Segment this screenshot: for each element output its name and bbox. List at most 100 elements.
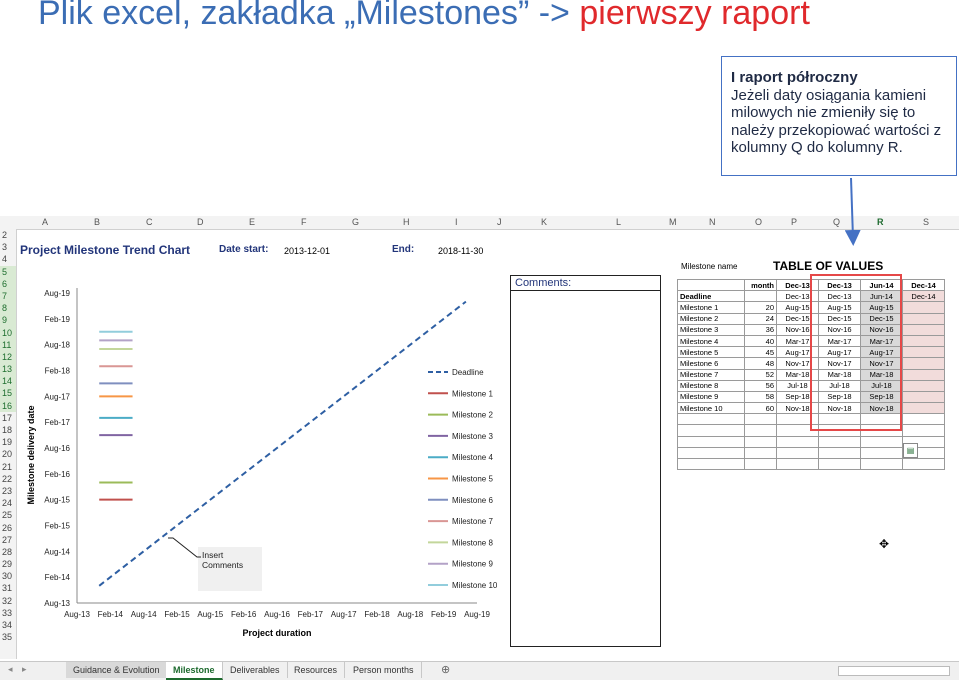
row-header[interactable]: 16: [0, 399, 16, 412]
column-header[interactable]: A: [42, 217, 48, 227]
column-header[interactable]: N: [709, 217, 716, 227]
table-cell[interactable]: [902, 390, 945, 404]
table-cell[interactable]: [902, 323, 945, 336]
table-cell[interactable]: 36: [744, 323, 777, 336]
table-cell[interactable]: [776, 446, 819, 460]
table-cell[interactable]: [677, 413, 745, 426]
horizontal-scrollbar[interactable]: [838, 666, 950, 676]
row-header[interactable]: 26: [0, 522, 16, 534]
table-cell[interactable]: Milestone 7: [677, 368, 745, 381]
table-header-cell[interactable]: Dec-14: [902, 278, 945, 292]
table-cell[interactable]: [744, 413, 777, 426]
comments-box[interactable]: Comments:: [510, 275, 661, 647]
tab-nav-left-icon[interactable]: ◂: [8, 664, 13, 675]
row-header[interactable]: 21: [0, 461, 16, 473]
table-cell[interactable]: [677, 424, 745, 437]
table-cell[interactable]: [902, 346, 945, 359]
column-header[interactable]: M: [669, 217, 677, 227]
table-cell[interactable]: [860, 446, 903, 460]
row-header[interactable]: 35: [0, 631, 16, 643]
table-cell[interactable]: [860, 435, 903, 448]
column-header[interactable]: F: [301, 217, 307, 227]
table-cell[interactable]: [902, 368, 945, 381]
row-header[interactable]: 3: [0, 241, 16, 253]
column-header[interactable]: S: [923, 217, 929, 227]
row-header[interactable]: 31: [0, 582, 16, 594]
table-cell[interactable]: 58: [744, 390, 777, 404]
row-header[interactable]: 30: [0, 570, 16, 582]
table-cell[interactable]: Milestone 9: [677, 390, 745, 404]
table-cell[interactable]: [677, 446, 745, 460]
row-header[interactable]: 13: [0, 363, 16, 376]
end-value[interactable]: 2018-11-30: [438, 246, 483, 256]
row-header[interactable]: 23: [0, 485, 16, 497]
table-cell[interactable]: [902, 402, 945, 415]
table-cell[interactable]: Milestone 3: [677, 323, 745, 336]
table-cell[interactable]: Milestone 8: [677, 379, 745, 392]
table-cell[interactable]: [744, 424, 777, 437]
table-cell[interactable]: Milestone 1: [677, 301, 745, 314]
column-header[interactable]: J: [497, 217, 502, 227]
column-header[interactable]: K: [541, 217, 547, 227]
column-header[interactable]: R: [877, 217, 884, 227]
table-cell[interactable]: [902, 312, 945, 325]
tab-resources[interactable]: Resources: [287, 662, 346, 678]
table-cell[interactable]: [902, 424, 945, 437]
row-header[interactable]: 28: [0, 546, 16, 558]
row-header[interactable]: 19: [0, 436, 16, 448]
table-cell[interactable]: [818, 446, 861, 460]
row-header[interactable]: 20: [0, 448, 16, 460]
table-cell[interactable]: Milestone 10: [677, 402, 745, 415]
row-header[interactable]: 4: [0, 253, 16, 265]
row-header[interactable]: 15: [0, 387, 16, 400]
paste-options-icon[interactable]: ▤: [903, 443, 918, 458]
table-cell[interactable]: [744, 446, 777, 460]
row-header[interactable]: 17: [0, 412, 16, 424]
table-cell[interactable]: Dec-14: [902, 290, 945, 303]
column-header[interactable]: P: [791, 217, 797, 227]
tab-deliverables[interactable]: Deliverables: [223, 662, 288, 678]
table-cell[interactable]: 20: [744, 301, 777, 314]
table-cell[interactable]: [860, 457, 903, 471]
table-cell[interactable]: [902, 457, 945, 471]
table-cell[interactable]: Deadline: [677, 290, 745, 303]
column-header[interactable]: G: [352, 217, 359, 227]
row-header[interactable]: 34: [0, 619, 16, 631]
row-header[interactable]: 12: [0, 350, 16, 364]
column-header[interactable]: C: [146, 217, 153, 227]
column-header[interactable]: Q: [833, 217, 840, 227]
column-header[interactable]: B: [94, 217, 100, 227]
row-header[interactable]: 2: [0, 229, 16, 241]
table-cell[interactable]: 56: [744, 379, 777, 392]
row-header[interactable]: 5: [0, 265, 16, 278]
table-cell[interactable]: Milestone 6: [677, 357, 745, 370]
date-start-value[interactable]: 2013-12-01: [284, 246, 330, 256]
tab-guidance[interactable]: Guidance & Evolution: [66, 662, 168, 678]
row-header[interactable]: 22: [0, 473, 16, 485]
row-header[interactable]: 7: [0, 289, 16, 303]
table-header-cell[interactable]: [677, 278, 745, 292]
table-cell[interactable]: [818, 457, 861, 471]
table-cell[interactable]: 45: [744, 346, 777, 359]
add-sheet-icon[interactable]: ⊕: [441, 663, 450, 676]
row-header[interactable]: 6: [0, 277, 16, 290]
table-cell[interactable]: 60: [744, 402, 777, 415]
table-header-cell[interactable]: month: [744, 278, 777, 292]
table-cell[interactable]: [902, 357, 945, 370]
column-header[interactable]: E: [249, 217, 255, 227]
tab-person-months[interactable]: Person months: [346, 662, 422, 678]
row-header[interactable]: 27: [0, 534, 16, 546]
row-header[interactable]: 9: [0, 314, 16, 327]
table-cell[interactable]: Milestone 4: [677, 334, 745, 348]
column-header[interactable]: O: [755, 217, 762, 227]
tab-milestone[interactable]: Milestone: [166, 662, 223, 680]
row-header[interactable]: 29: [0, 558, 16, 570]
insert-comments-box[interactable]: Insert Comments: [198, 547, 262, 591]
table-cell[interactable]: Milestone 2: [677, 312, 745, 325]
table-cell[interactable]: [902, 379, 945, 392]
table-cell[interactable]: 40: [744, 334, 777, 348]
row-header[interactable]: 25: [0, 509, 16, 521]
row-header[interactable]: 11: [0, 338, 16, 351]
table-cell[interactable]: [902, 301, 945, 314]
table-cell[interactable]: [744, 290, 777, 303]
